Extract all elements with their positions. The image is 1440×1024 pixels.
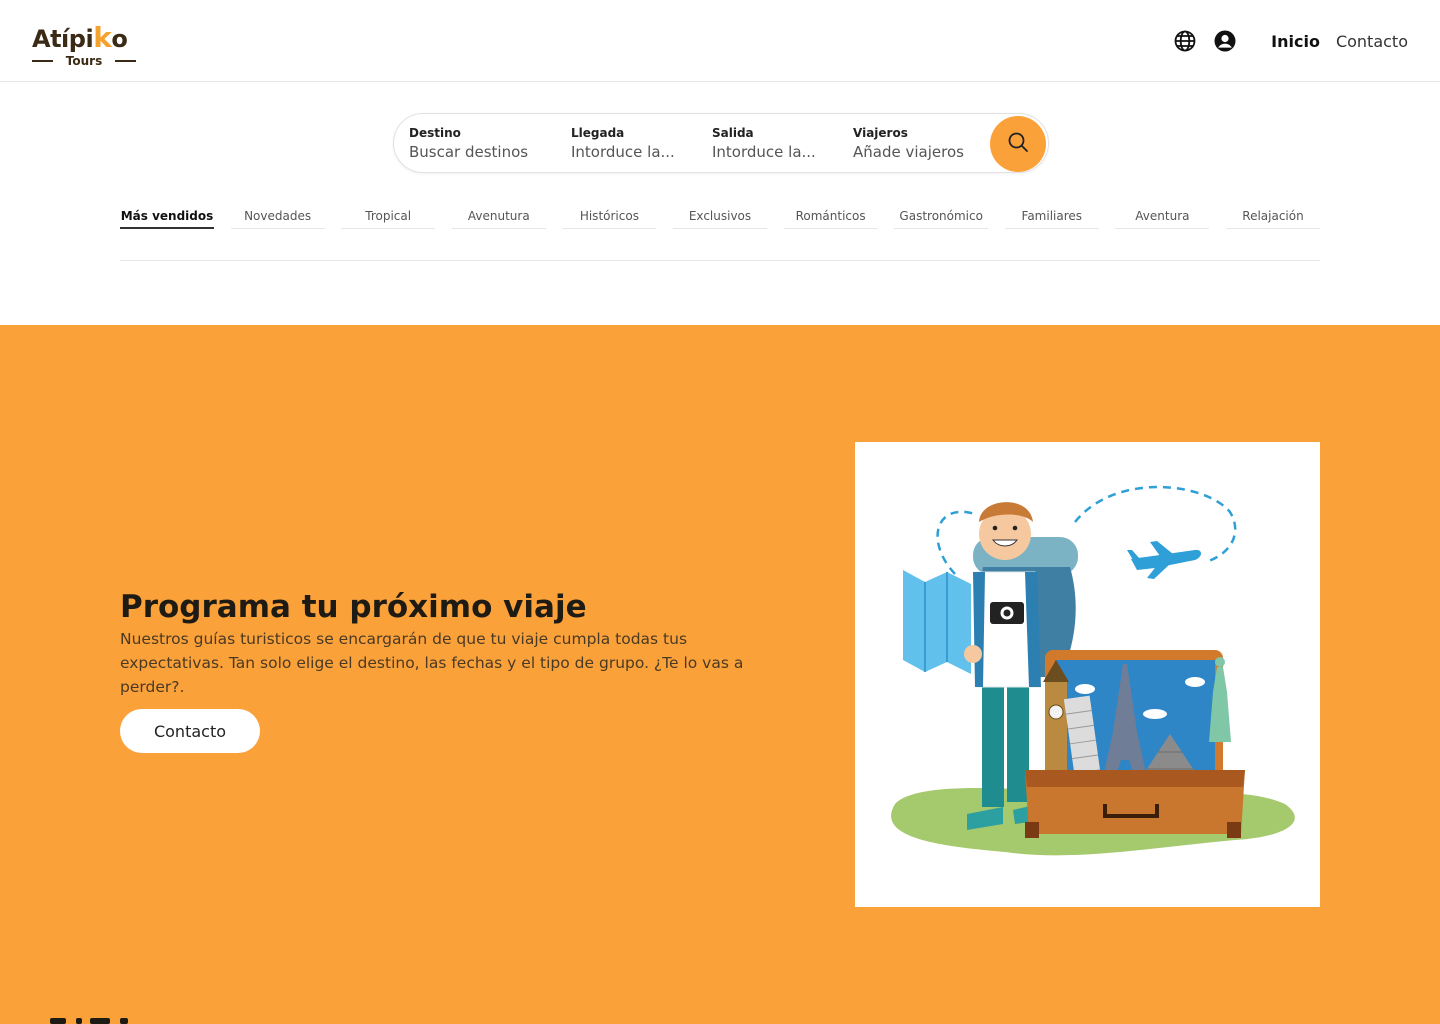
arrival-label: Llegada (571, 126, 625, 140)
tab-gastronomico[interactable]: Gastronómico (894, 205, 989, 229)
hero-description: Nuestros guías turisticos se encargarán … (120, 630, 744, 696)
tab-mas-vendidos[interactable]: Más vendidos (120, 205, 214, 229)
hero-section: Programa tu próximo viaje Nuestros guías… (0, 325, 1440, 1024)
destination-field[interactable]: Destino Buscar destinos (409, 125, 559, 165)
nav-contact-link[interactable]: Contacto (1336, 32, 1408, 51)
logo-subtitle: Tours (65, 54, 103, 68)
tabs-divider (120, 260, 1320, 261)
tab-historicos[interactable]: Históricos (562, 205, 657, 229)
tab-exclusivos[interactable]: Exclusivos (673, 205, 767, 229)
departure-input[interactable]: Intorduce la... (712, 141, 837, 163)
logo-divider (114, 60, 136, 62)
hero-title: Programa tu próximo viaje (120, 589, 587, 625)
arrival-input[interactable]: Intorduce la... (571, 141, 696, 163)
globe-icon[interactable] (1173, 29, 1197, 53)
nav-home-link[interactable]: Inicio (1271, 32, 1320, 51)
tab-romanticos[interactable]: Románticos (783, 205, 878, 229)
search-button[interactable] (990, 116, 1046, 172)
travelers-input[interactable]: Añade viajeros (853, 141, 988, 163)
category-tabs: Más vendidos Novedades Tropical Avenutur… (120, 205, 1320, 229)
departure-field[interactable]: Salida Intorduce la... (712, 125, 837, 165)
destination-label: Destino (409, 126, 461, 140)
tab-novedades[interactable]: Novedades (230, 205, 325, 229)
tab-familiares[interactable]: Familiares (1004, 205, 1099, 229)
travelers-field[interactable]: Viajeros Añade viajeros (853, 125, 988, 165)
tab-relajacion[interactable]: Relajación (1226, 205, 1320, 229)
brand-logo[interactable]: Atípiko Tours (32, 20, 142, 68)
departure-label: Salida (712, 126, 754, 140)
main-nav: Inicio Contacto (1173, 27, 1408, 55)
search-bar: Destino Buscar destinos Llegada Intorduc… (393, 113, 1049, 173)
travelers-label: Viajeros (853, 126, 908, 140)
arrival-field[interactable]: Llegada Intorduce la... (571, 125, 696, 165)
user-icon[interactable] (1213, 29, 1237, 53)
search-icon (1007, 131, 1029, 157)
site-header: Atípiko Tours Inicio Contacto (0, 0, 1440, 82)
traveler-illustration (855, 442, 1320, 907)
tab-tropical[interactable]: Tropical (341, 205, 436, 229)
logo-divider (32, 60, 53, 62)
tab-aventura[interactable]: Aventura (1115, 205, 1210, 229)
destination-input[interactable]: Buscar destinos (409, 141, 559, 163)
contact-button[interactable]: Contacto (120, 709, 260, 753)
tab-avenutura[interactable]: Avenutura (451, 205, 546, 229)
logo-wordmark: Atípiko (32, 21, 128, 54)
next-section-heading-peek (40, 1018, 140, 1024)
